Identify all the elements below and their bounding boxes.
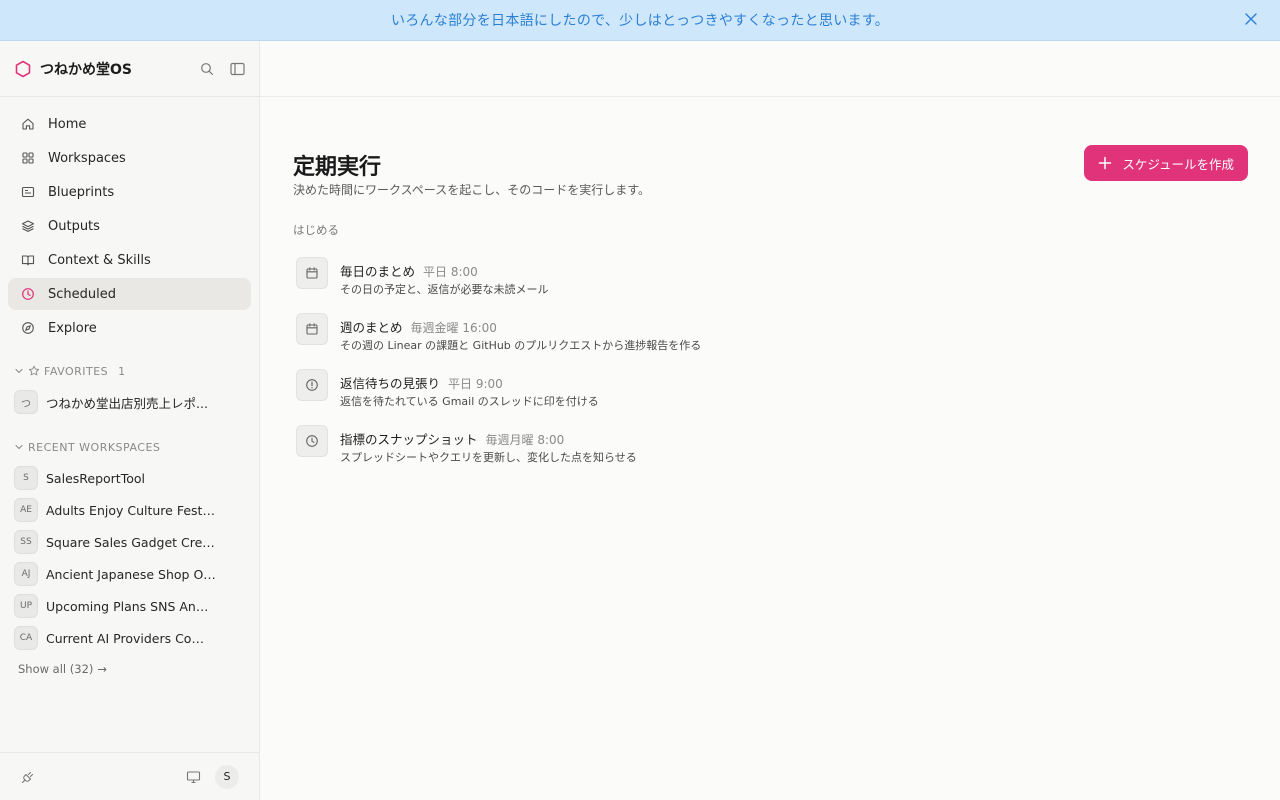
- clock-icon: [20, 286, 36, 302]
- create-schedule-label: スケジュールを作成: [1122, 156, 1234, 172]
- sidebar-item-outputs[interactable]: Outputs: [8, 210, 251, 242]
- main-topbar: [260, 41, 1280, 97]
- sidebar-footer: S: [0, 752, 259, 800]
- workspace-item-label: Adults Enjoy Culture Festival: [46, 502, 216, 518]
- favorites-header[interactable]: FAVORITES 1: [0, 360, 259, 382]
- schedule-template-item[interactable]: 週のまとめ 毎週金曜 16:00 その週の Linear の課題と GitHub…: [296, 313, 701, 369]
- clock-icon: [296, 425, 328, 457]
- recent-workspaces-label: RECENT WORKSPACES: [28, 440, 161, 454]
- avatar: SS: [14, 530, 38, 554]
- alert-circle-icon: [296, 369, 328, 401]
- workspace-item[interactable]: AJ Ancient Japanese Shop Origi...: [0, 558, 259, 590]
- book-icon: [20, 252, 36, 268]
- workspace-item-label: Square Sales Gadget Creation: [46, 534, 216, 550]
- section-label: はじめる: [293, 223, 339, 237]
- avatar: つ: [14, 390, 38, 414]
- sidebar-item-label: Workspaces: [48, 150, 126, 166]
- main-content: 定期実行 決めた時間にワークスペースを起こし、そのコードを実行します。 スケジュ…: [260, 41, 1280, 800]
- sidebar-item-context-skills[interactable]: Context & Skills: [8, 244, 251, 276]
- workspace-item[interactable]: AE Adults Enjoy Culture Festival: [0, 494, 259, 526]
- sidebar: つねかめ堂OS Home Workspaces Blueprints Outpu…: [0, 41, 260, 800]
- chevron-down-icon: [15, 444, 23, 450]
- arrow-right-icon: →: [97, 662, 108, 676]
- workspace-item[interactable]: CA Current AI Providers Compar...: [0, 622, 259, 654]
- calendar-icon: [296, 313, 328, 345]
- app-title: つねかめ堂OS: [40, 61, 132, 78]
- avatar: UP: [14, 594, 38, 618]
- workspace-item[interactable]: SS Square Sales Gadget Creation: [0, 526, 259, 558]
- schedule-template-item[interactable]: 毎日のまとめ 平日 8:00 その日の予定と、返信が必要な未読メール: [296, 257, 701, 313]
- page-subtitle: 決めた時間にワークスペースを起こし、そのコードを実行します。: [293, 183, 651, 197]
- schedule-time: 毎週月曜 8:00: [485, 433, 565, 447]
- plus-icon: [1099, 156, 1112, 170]
- schedule-template-item[interactable]: 返信待ちの見張り 平日 9:00 返信を待たれている Gmail のスレッドに印…: [296, 369, 701, 425]
- schedule-description: スプレッドシートやクエリを更新し、変化した点を知らせる: [340, 451, 637, 464]
- favorite-item[interactable]: つ つねかめ堂出店別売上レポ...: [0, 386, 259, 418]
- show-all-link[interactable]: Show all (32) →: [0, 658, 259, 680]
- show-all-label: Show all (32): [18, 662, 94, 676]
- star-icon: [28, 365, 40, 376]
- schedule-template-list: 毎日のまとめ 平日 8:00 その日の予定と、返信が必要な未読メール 週のまとめ…: [296, 257, 701, 481]
- schedule-time: 平日 8:00: [423, 265, 478, 279]
- schedule-title: 返信待ちの見張り: [340, 376, 441, 391]
- sidebar-item-label: Scheduled: [48, 286, 116, 302]
- schedule-time: 毎週金曜 16:00: [410, 321, 497, 335]
- announcement-banner: いろんな部分を日本語にしたので、少しはとっつきやすくなったと思います。: [0, 0, 1280, 41]
- workspace-item[interactable]: UP Upcoming Plans SNS Annou...: [0, 590, 259, 622]
- schedule-time: 平日 9:00: [448, 377, 503, 391]
- plug-icon[interactable]: [20, 769, 36, 785]
- schedule-title: 指標のスナップショット: [340, 432, 478, 447]
- sidebar-item-workspaces[interactable]: Workspaces: [8, 142, 251, 174]
- schedule-title: 週のまとめ: [340, 320, 403, 335]
- workspace-item[interactable]: S SalesReportTool: [0, 462, 259, 494]
- create-schedule-button[interactable]: スケジュールを作成: [1084, 145, 1248, 181]
- avatar: AJ: [14, 562, 38, 586]
- compass-icon: [20, 320, 36, 336]
- hexagon-logo-icon: [15, 60, 31, 77]
- sidebar-item-label: Context & Skills: [48, 252, 151, 268]
- schedule-description: 返信を待たれている Gmail のスレッドに印を付ける: [340, 395, 599, 408]
- chevron-down-icon: [15, 368, 23, 374]
- sidebar-item-label: Explore: [48, 320, 97, 336]
- recent-workspaces-header[interactable]: RECENT WORKSPACES: [0, 436, 259, 458]
- avatar: S: [14, 466, 38, 490]
- favorites-label: FAVORITES: [44, 364, 109, 378]
- banner-text: いろんな部分を日本語にしたので、少しはとっつきやすくなったと思います。: [390, 13, 890, 29]
- schedule-description: その日の予定と、返信が必要な未読メール: [340, 283, 549, 296]
- sidebar-item-label: Outputs: [48, 218, 100, 234]
- sidebar-header: つねかめ堂OS: [0, 41, 259, 97]
- sidebar-item-home[interactable]: Home: [8, 108, 251, 140]
- sidebar-item-blueprints[interactable]: Blueprints: [8, 176, 251, 208]
- blueprint-icon: [20, 184, 36, 200]
- schedule-title: 毎日のまとめ: [340, 264, 416, 279]
- user-avatar[interactable]: S: [215, 764, 239, 789]
- favorite-item-label: つねかめ堂出店別売上レポ...: [46, 395, 208, 411]
- calendar-icon: [296, 257, 328, 289]
- workspace-item-label: Current AI Providers Compar...: [46, 630, 216, 646]
- sidebar-item-scheduled[interactable]: Scheduled: [8, 278, 251, 310]
- close-icon[interactable]: [1244, 12, 1260, 28]
- avatar: AE: [14, 498, 38, 522]
- favorites-count: 1: [118, 364, 126, 378]
- workspace-item-label: SalesReportTool: [46, 470, 145, 486]
- monitor-icon[interactable]: [186, 770, 201, 784]
- sidebar-item-label: Blueprints: [48, 184, 115, 200]
- schedule-description: その週の Linear の課題と GitHub のプルリクエストから進捗報告を作…: [340, 339, 702, 352]
- sidebar-item-label: Home: [48, 116, 87, 132]
- home-icon: [20, 116, 36, 132]
- sidebar-nav: Home Workspaces Blueprints Outputs Conte…: [0, 97, 259, 344]
- search-icon[interactable]: [199, 61, 215, 77]
- schedule-template-item[interactable]: 指標のスナップショット 毎週月曜 8:00 スプレッドシートやクエリを更新し、変…: [296, 425, 701, 481]
- avatar: CA: [14, 626, 38, 650]
- sidebar-item-explore[interactable]: Explore: [8, 312, 251, 344]
- workspace-item-label: Ancient Japanese Shop Origi...: [46, 566, 216, 582]
- layers-icon: [20, 218, 36, 234]
- workspace-item-label: Upcoming Plans SNS Annou...: [46, 598, 216, 614]
- grid-icon: [20, 150, 36, 166]
- sidebar-toggle-icon[interactable]: [229, 61, 245, 77]
- page-title: 定期実行: [293, 155, 382, 180]
